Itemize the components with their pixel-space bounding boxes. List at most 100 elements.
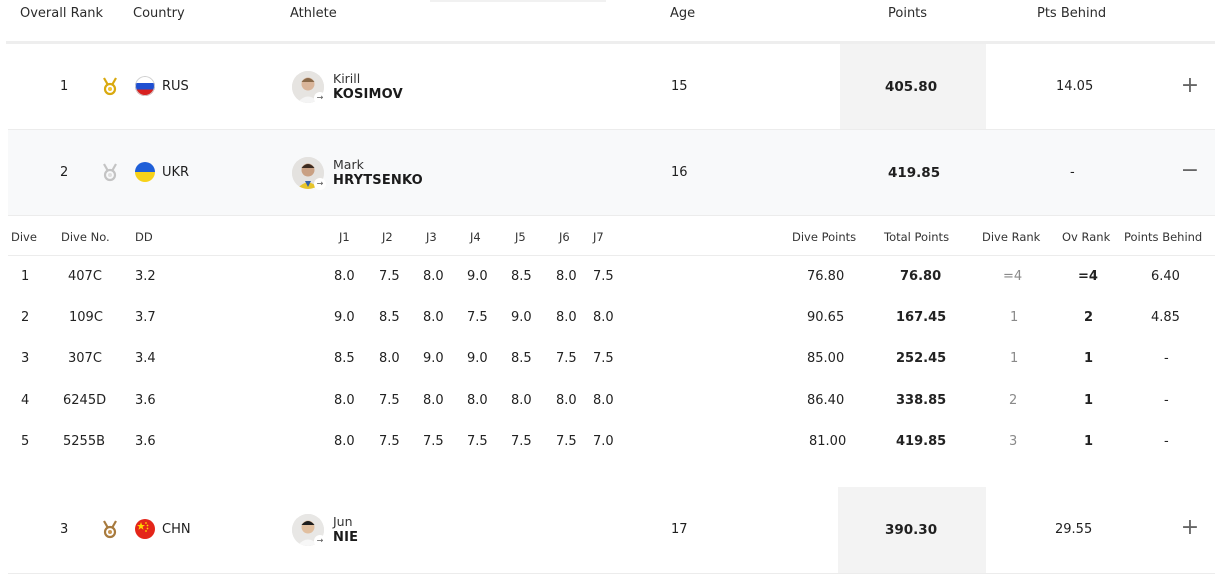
overall-rank: 1 [1084,351,1094,366]
expand-plus-icon[interactable]: + [1180,517,1200,539]
dive-code: 109C [69,310,103,325]
j5-header: J5 [515,230,526,244]
points-behind: 6.40 [1151,269,1180,284]
dive-points: 85.00 [807,351,845,366]
dive-points: 86.40 [807,393,845,408]
judge-score: 7.5 [423,434,444,449]
points-behind: - [1164,351,1169,366]
degree-of-difficulty: 3.6 [135,434,156,449]
judge-score: 8.0 [379,351,400,366]
rank: 3 [60,522,69,537]
total-points: 338.85 [896,393,947,408]
judge-score: 8.0 [334,269,355,284]
judge-score: 9.0 [423,351,444,366]
j1-header: J1 [339,230,350,244]
dive-row: 1 407C 3.2 8.0 7.5 8.0 9.0 8.5 8.0 7.5 7… [0,269,1219,289]
points-behind: 4.85 [1151,310,1180,325]
dive-rank-header: Dive Rank [982,230,1041,244]
judge-score: 8.0 [593,310,614,325]
judge-score: 7.0 [593,434,614,449]
judge-score: 7.5 [379,434,400,449]
j7-header: J7 [593,230,604,244]
country-code: CHN [162,522,191,537]
judge-score: 8.0 [556,310,577,325]
athlete-first-name: Jun [333,514,353,529]
judge-score: 7.5 [379,393,400,408]
degree-of-difficulty: 3.4 [135,351,156,366]
judge-score: 8.5 [334,351,355,366]
judge-score: 9.0 [467,269,488,284]
judge-score: 8.0 [423,393,444,408]
judge-score: 9.0 [467,351,488,366]
dive-rank: 2 [1009,393,1018,408]
judge-score: 7.5 [379,269,400,284]
dive-code: 5255B [63,434,106,449]
judge-score: 8.0 [556,269,577,284]
judge-score: 7.5 [467,310,488,325]
dd-header: DD [135,230,153,244]
dive-details-table: Dive Dive No. DD J1 J2 J3 J4 J5 J6 J7 Di… [0,0,1219,470]
judge-score: 7.5 [467,434,488,449]
judge-score: 8.5 [511,269,532,284]
bronze-medal-icon [100,519,120,539]
dive-row: 5 5255B 3.6 8.0 7.5 7.5 7.5 7.5 7.5 7.0 … [0,434,1219,454]
dive-header-divider [8,255,1215,256]
judge-score: 8.0 [593,393,614,408]
table-row[interactable]: 3 CHN → Jun NIE 17 390.30 29.55 + [8,487,1215,573]
dive-header: Dive [11,230,37,244]
judge-score: 7.5 [556,434,577,449]
dive-code: 307C [68,351,102,366]
judge-score: 8.0 [556,393,577,408]
judge-score: 7.5 [593,351,614,366]
degree-of-difficulty: 3.7 [135,310,156,325]
overall-rank: 1 [1084,434,1094,449]
judge-score: 9.0 [334,310,355,325]
judge-score: 8.0 [511,393,532,408]
degree-of-difficulty: 3.2 [135,269,156,284]
j6-header: J6 [559,230,570,244]
judge-score: 8.0 [334,393,355,408]
judge-score: 8.5 [379,310,400,325]
points-behind-header: Points Behind [1124,230,1203,244]
row-divider [8,573,1215,574]
dive-number: 5 [21,434,30,449]
dive-code: 407C [68,269,102,284]
ov-rank-header: Ov Rank [1062,230,1111,244]
dive-number: 1 [21,269,30,284]
dive-number: 2 [21,310,30,325]
judge-score: 7.5 [511,434,532,449]
dive-rank: 3 [1009,434,1018,449]
dive-rank: 1 [1010,351,1019,366]
dive-no-header: Dive No. [61,230,110,244]
overall-rank: 2 [1084,310,1094,325]
points-behind: - [1164,434,1169,449]
j3-header: J3 [426,230,437,244]
degree-of-difficulty: 3.6 [135,393,156,408]
judge-score: 8.0 [423,310,444,325]
pts-behind: 29.55 [1055,522,1093,537]
judge-score: 7.5 [593,269,614,284]
overall-rank: 1 [1084,393,1094,408]
age: 17 [671,522,688,537]
dive-row: 2 109C 3.7 9.0 8.5 8.0 7.5 9.0 8.0 8.0 9… [0,310,1219,330]
j2-header: J2 [382,230,393,244]
dive-number: 3 [21,351,30,366]
points-behind: - [1164,393,1169,408]
china-flag-icon [135,519,155,539]
points: 390.30 [885,522,938,538]
arrow-right-icon: → [314,535,326,547]
judge-score: 8.0 [467,393,488,408]
dive-points: 76.80 [807,269,845,284]
dive-rank: 1 [1010,310,1019,325]
dive-points-header: Dive Points [792,230,857,244]
dive-points: 90.65 [807,310,845,325]
total-points: 419.85 [896,434,947,449]
overall-rank: =4 [1078,269,1098,284]
dive-points: 81.00 [809,434,847,449]
athlete-last-name[interactable]: NIE [333,530,358,545]
judge-score: 7.5 [556,351,577,366]
total-points: 167.45 [896,310,947,325]
dive-row: 4 6245D 3.6 8.0 7.5 8.0 8.0 8.0 8.0 8.0 … [0,393,1219,413]
dive-row: 3 307C 3.4 8.5 8.0 9.0 9.0 8.5 7.5 7.5 8… [0,351,1219,371]
judge-score: 9.0 [511,310,532,325]
